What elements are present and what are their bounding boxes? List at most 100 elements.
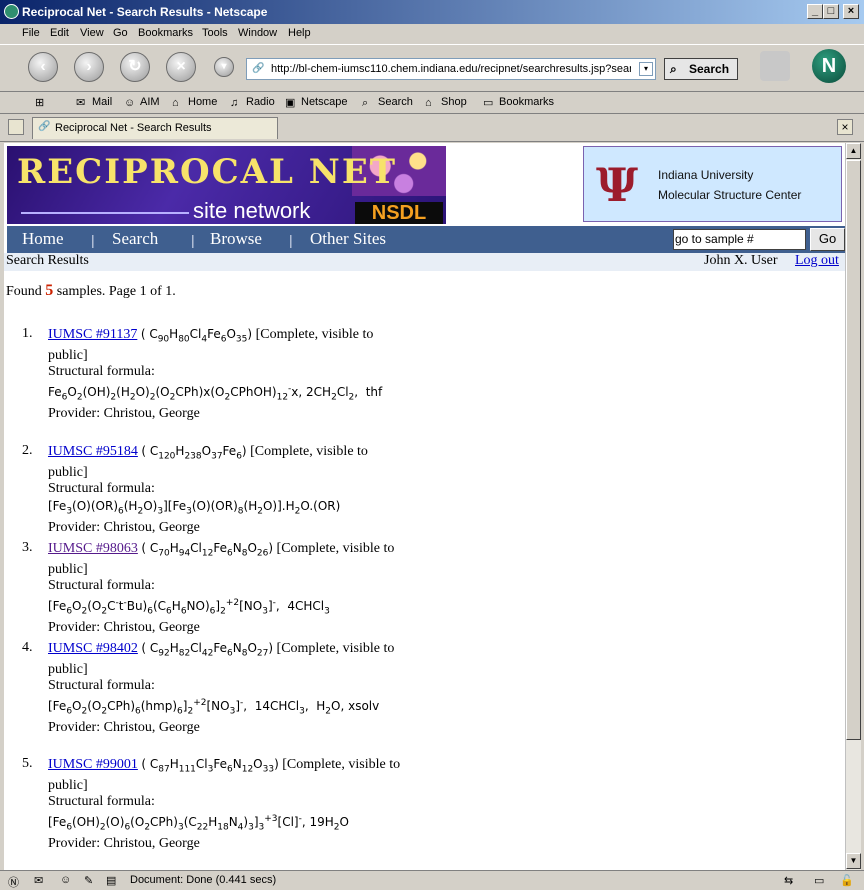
- address-text: http://bl-chem-iumsc110.chem.indiana.edu…: [271, 63, 631, 75]
- sample-link[interactable]: IUMSC #91137: [48, 327, 137, 342]
- mail-status-icon[interactable]: ✉: [34, 874, 43, 887]
- netscape-app-icon: [4, 4, 19, 19]
- nav-separator: |: [91, 232, 95, 248]
- provider: Provider: Christou, George: [48, 619, 200, 635]
- toolbar-mail[interactable]: ✉ Mail: [76, 96, 112, 109]
- scroll-thumb[interactable]: [846, 160, 861, 740]
- print-icon[interactable]: [760, 51, 790, 81]
- menu-tools[interactable]: Tools: [202, 27, 228, 39]
- toolbar-bookmarks-label: Bookmarks: [499, 96, 555, 108]
- aim-status-icon[interactable]: ☺: [60, 874, 71, 886]
- scroll-up-icon[interactable]: ▲: [846, 143, 861, 159]
- netscape-status-icon[interactable]: Ⓝ: [8, 874, 19, 890]
- nav-home[interactable]: Home: [22, 229, 64, 249]
- nav-browse[interactable]: Browse: [210, 229, 262, 249]
- forward-icon[interactable]: ›: [74, 52, 104, 82]
- structural-formula-label: Structural formula:: [48, 364, 155, 380]
- menu-bookmarks[interactable]: Bookmarks: [138, 27, 193, 39]
- radio-icon: ♫: [230, 97, 239, 109]
- minimize-button[interactable]: _: [807, 4, 823, 19]
- menu-bar: File Edit View Go Bookmarks Tools Window…: [0, 24, 864, 44]
- go-to-sample-input[interactable]: go to sample #: [673, 229, 806, 250]
- toolbar-grip-icon[interactable]: ⊞: [35, 96, 44, 109]
- go-button[interactable]: Go: [810, 228, 845, 251]
- nav-search[interactable]: Search: [112, 229, 158, 249]
- toolbar-search-label: Search: [378, 96, 413, 108]
- found-summary: Found 5 samples. Page 1 of 1.: [6, 282, 176, 300]
- logo-title: RECIPROCAL NET: [17, 152, 398, 192]
- scroll-down-icon[interactable]: ▼: [846, 853, 861, 869]
- provider: Provider: Christou, George: [48, 405, 200, 421]
- search-button-label: Search: [689, 62, 730, 76]
- search-button[interactable]: ⌕ Search: [664, 58, 738, 80]
- structural-formula: [Fe3(O)(OR)6(H2O)3][Fe3(O)(OR)8(H2O)].H2…: [48, 498, 341, 517]
- menu-file[interactable]: File: [22, 27, 40, 39]
- my-netscape-icon: ▣: [285, 97, 296, 109]
- maximize-button[interactable]: □: [823, 4, 839, 19]
- page-title: Search Results: [6, 253, 89, 268]
- sample-link[interactable]: IUMSC #95184: [48, 444, 138, 459]
- reload-icon[interactable]: ↻: [120, 52, 150, 82]
- menu-view[interactable]: View: [80, 27, 104, 39]
- provider: Provider: Christou, George: [48, 835, 200, 851]
- address-bar[interactable]: 🔗 http://bl-chem-iumsc110.chem.indiana.e…: [246, 58, 656, 80]
- toolbar-radio[interactable]: ♫ Radio: [230, 96, 275, 109]
- toolbar-bookmarks[interactable]: ▭ Bookmarks: [483, 96, 555, 109]
- popup-icon: ▭: [814, 875, 825, 887]
- toolbar-home[interactable]: ⌂ Home: [172, 96, 217, 109]
- empirical-formula: ( C92H82Cl42Fe6N8O27): [141, 641, 274, 659]
- close-window-button[interactable]: ×: [843, 4, 859, 19]
- sample-link[interactable]: IUMSC #98402: [48, 641, 138, 656]
- page-content: RECIPROCAL NET site network NSDL Ψ India…: [4, 143, 845, 870]
- sub-header: Search Results John X. User Log out: [4, 253, 845, 271]
- structural-formula: [Fe6O2(O2CPh)6(hmp)6]2+2[NO3]-, 14CHCl3,…: [48, 697, 380, 717]
- menu-help[interactable]: Help: [288, 27, 311, 39]
- nav-other-sites[interactable]: Other Sites: [310, 229, 386, 249]
- empirical-formula: ( C120H238O37Fe6): [141, 444, 247, 462]
- menu-window[interactable]: Window: [238, 27, 277, 39]
- security-lock-icon: 🔓: [840, 875, 854, 887]
- toolbar-aim[interactable]: ☺ AIM: [124, 96, 160, 109]
- logo-subtitle: site network: [193, 198, 311, 223]
- composer-status-icon[interactable]: ✎: [84, 874, 93, 887]
- menu-go[interactable]: Go: [113, 27, 128, 39]
- tab-search-results[interactable]: 🔗 Reciprocal Net - Search Results: [32, 117, 278, 139]
- page-icon: 🔗: [252, 63, 265, 74]
- title-bar: Reciprocal Net - Search Results - Netsca…: [0, 0, 864, 24]
- toolbar-search[interactable]: ⌕ Search: [362, 96, 413, 109]
- result-number: 3.: [22, 540, 33, 555]
- close-tab-icon[interactable]: ×: [837, 119, 853, 135]
- structural-formula: [Fe6(OH)2(O)6(O2CPh)3(C22H18N4)3]3+3[Cl]…: [48, 813, 349, 833]
- stop-icon[interactable]: ×: [166, 52, 196, 82]
- empirical-formula: ( C70H94Cl12Fe6N8O26): [141, 541, 274, 559]
- back-icon[interactable]: ‹: [28, 52, 58, 82]
- dropdown-icon[interactable]: ▾: [214, 57, 234, 77]
- magnifier-icon: ⌕: [670, 62, 677, 76]
- nsdl-logo: NSDL: [355, 202, 443, 224]
- empirical-formula: ( C87H111Cl3Fe6N12O33): [141, 757, 279, 775]
- window-title: Reciprocal Net - Search Results - Netsca…: [22, 5, 268, 19]
- addressbook-status-icon[interactable]: ▤: [106, 874, 116, 887]
- menu-edit[interactable]: Edit: [50, 27, 69, 39]
- url-dropdown-icon[interactable]: ▾: [639, 62, 653, 76]
- toolbar-aim-label: AIM: [140, 96, 160, 108]
- reciprocal-net-logo[interactable]: RECIPROCAL NET site network NSDL: [7, 146, 446, 224]
- structural-formula: [Fe6O2(O2C-t-Bu)6(C6H6NO)6]2+2[NO3]-, 4C…: [48, 597, 330, 617]
- toolbar-shop[interactable]: ⌂ Shop: [425, 96, 467, 109]
- vertical-scrollbar[interactable]: ▲ ▼: [845, 143, 861, 870]
- mail-icon: ✉: [76, 97, 86, 109]
- logout-link[interactable]: Log out: [795, 253, 839, 269]
- status-bar: Ⓝ ✉ ☺ ✎ ▤ Document: Done (0.441 secs) ⇆ …: [0, 870, 864, 890]
- iu-msc-logo[interactable]: Ψ Indiana University Molecular Structure…: [583, 146, 842, 222]
- sample-link[interactable]: IUMSC #99001: [48, 757, 138, 772]
- status-text: Document: Done (0.441 secs): [130, 874, 277, 886]
- shop-icon: ⌂: [425, 97, 432, 109]
- sample-link[interactable]: IUMSC #98063: [48, 541, 138, 556]
- result-number: 5.: [22, 756, 33, 771]
- netscape-logo-icon[interactable]: N: [812, 49, 846, 83]
- result-number: 2.: [22, 443, 33, 458]
- toolbar-netscape[interactable]: ▣ Netscape: [285, 96, 347, 109]
- new-tab-icon[interactable]: [8, 119, 24, 135]
- personal-toolbar: ⊞ ✉ Mail ☺ AIM ⌂ Home ♫ Radio ▣ Netscape ⌕ Sea…: [0, 92, 864, 114]
- tab-title: Reciprocal Net - Search Results: [55, 122, 212, 134]
